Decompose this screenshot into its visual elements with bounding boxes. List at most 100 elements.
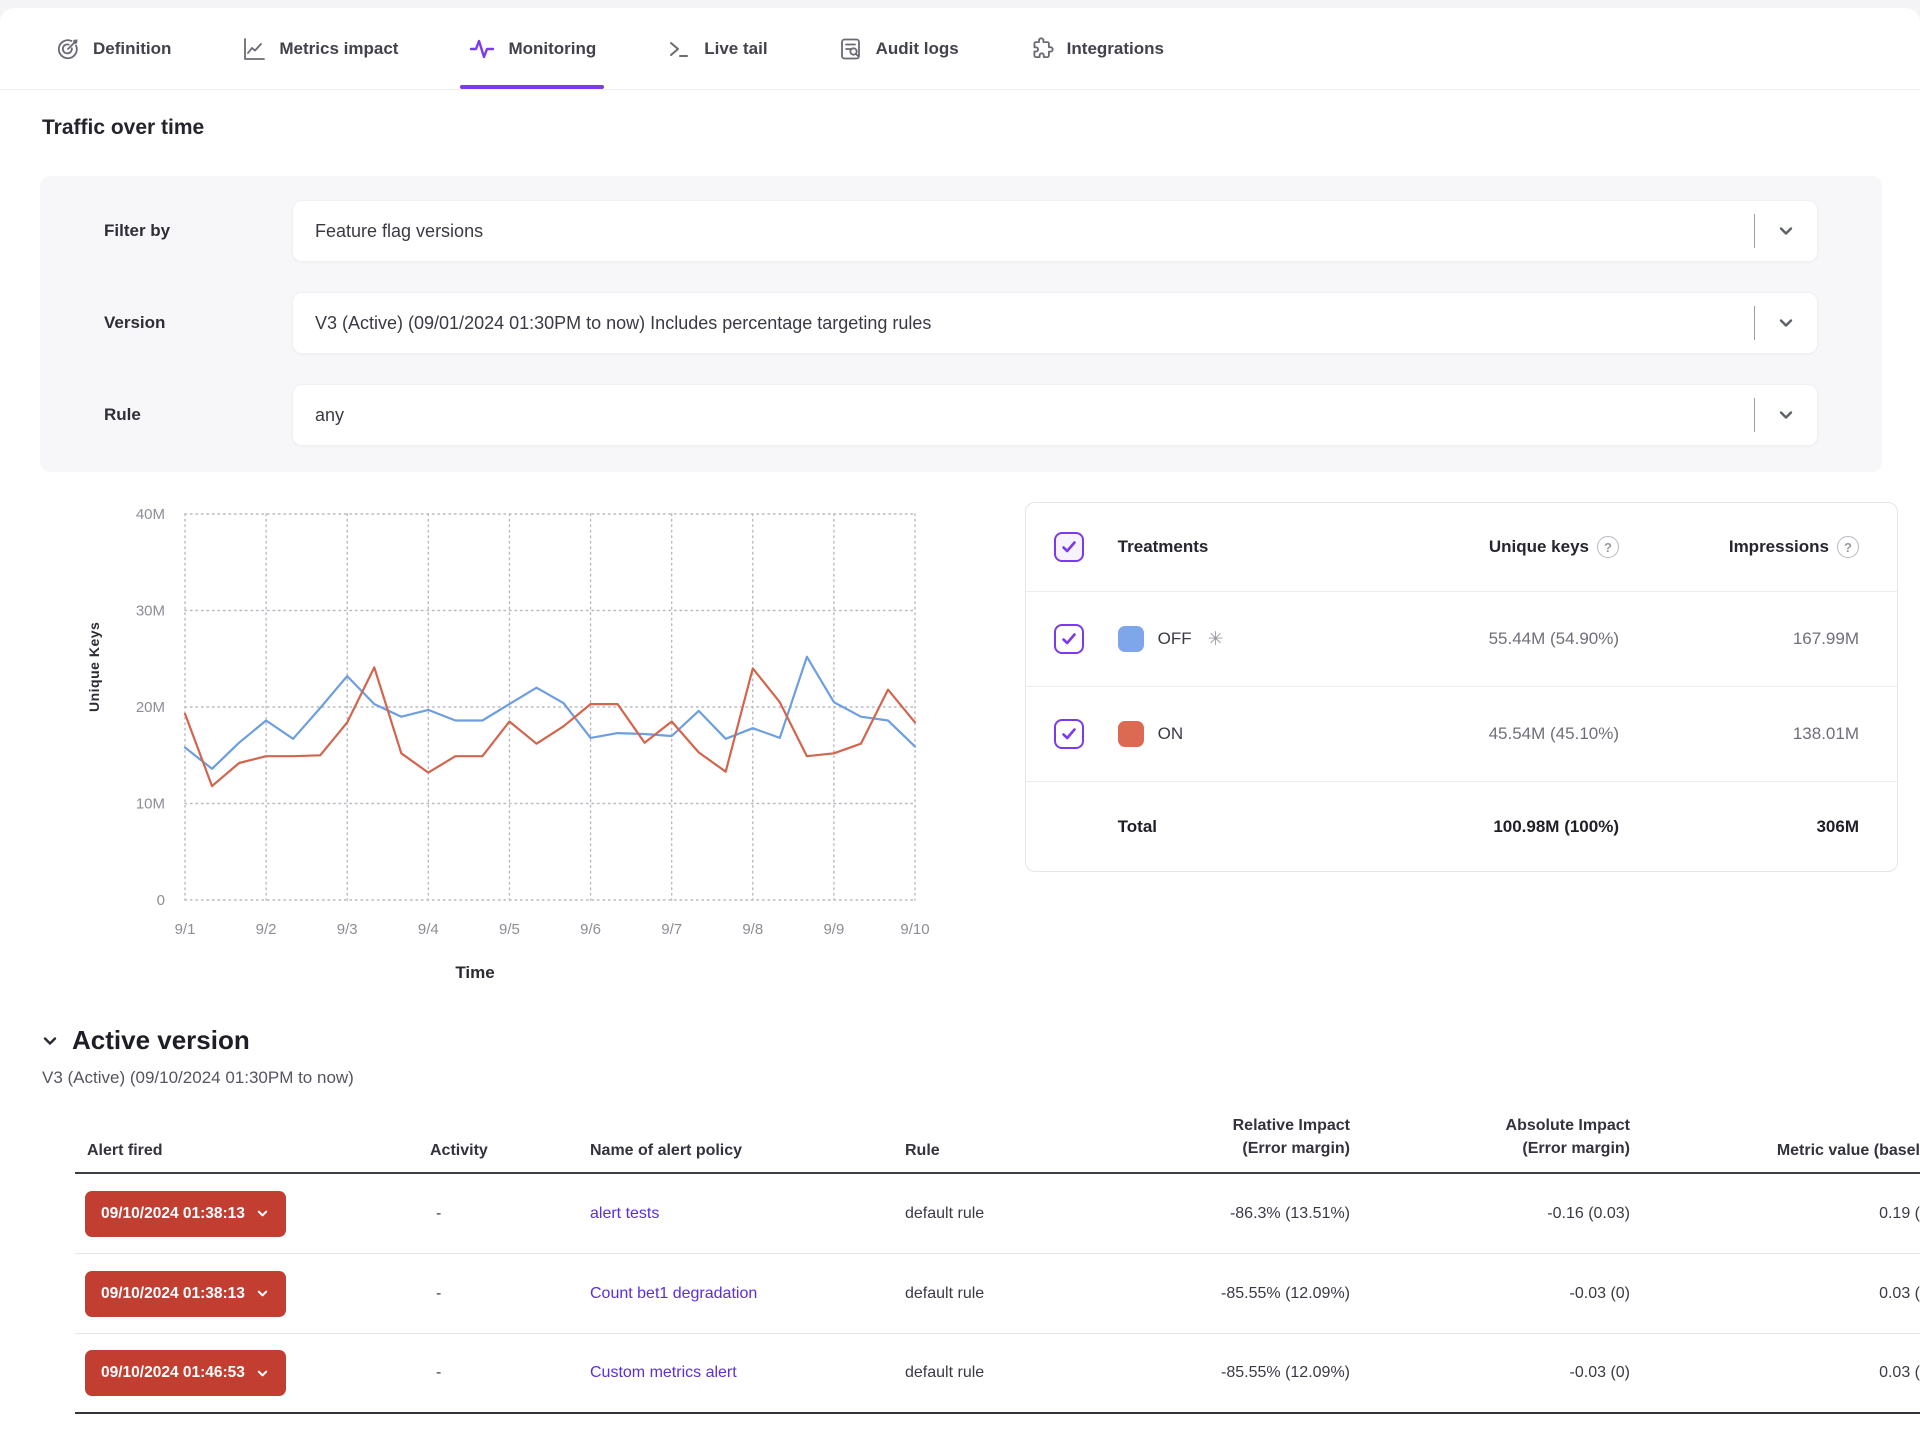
chevron-down-icon (255, 1286, 270, 1301)
tab-bar: Definition Metrics impact Monitoring (0, 8, 1920, 90)
relative-impact-cell: -86.3% (13.51%) (1100, 1205, 1350, 1223)
off-impressions-value: 167.99M (1619, 629, 1869, 649)
treatment-off-checkbox[interactable] (1054, 624, 1084, 654)
audit-document-icon (838, 36, 864, 62)
alert-row: 09/10/2024 01:38:13 - alert tests defaul… (75, 1174, 1920, 1254)
traffic-line-chart: 010M20M30M40M9/19/29/39/49/59/69/79/89/9… (30, 502, 990, 952)
filter-by-label: Filter by (104, 221, 292, 241)
active-version-toggle[interactable]: Active version (40, 1025, 1920, 1056)
absolute-impact-cell: -0.03 (0) (1350, 1285, 1630, 1303)
metric-value-cell: 0.03 ( (1630, 1364, 1920, 1382)
alert-policy-link[interactable]: Custom metrics alert (590, 1364, 737, 1381)
metric-value-cell: 0.19 ( (1630, 1205, 1920, 1223)
off-series-swatch (1118, 626, 1144, 652)
filter-row-rule: Rule any (104, 384, 1818, 446)
version-value: V3 (Active) (09/01/2024 01:30PM to now) … (293, 313, 1754, 334)
rule-label: Rule (104, 405, 292, 425)
col-activity: Activity (430, 1142, 590, 1160)
page-title: Traffic over time (42, 116, 1920, 140)
chevron-down-icon (255, 1206, 270, 1221)
rule-cell: default rule (905, 1285, 1100, 1303)
svg-text:9/1: 9/1 (175, 921, 196, 938)
chevron-down-icon[interactable] (1755, 405, 1817, 425)
default-treatment-icon: ✳ (1208, 628, 1224, 651)
on-unique-keys-value: 45.54M (45.10%) (1289, 724, 1619, 744)
svg-text:9/5: 9/5 (499, 921, 520, 938)
tab-live-tail[interactable]: Live tail (666, 8, 767, 89)
svg-text:20M: 20M (136, 699, 165, 716)
chevron-down-icon[interactable] (1755, 313, 1817, 333)
main-content-card: Definition Metrics impact Monitoring (0, 8, 1920, 1431)
rule-select[interactable]: any (292, 384, 1818, 446)
tab-integrations[interactable]: Integrations (1029, 8, 1164, 89)
chart-and-legend-row: Unique Keys 010M20M30M40M9/19/29/39/49/5… (0, 502, 1920, 983)
treatment-row-off: OFF ✳ 55.44M (54.90%) 167.99M (1026, 591, 1897, 686)
tab-label: Monitoring (508, 39, 596, 59)
help-icon[interactable]: ? (1837, 536, 1859, 558)
treatments-header-row: Treatments Unique keys ? Impressions ? (1026, 503, 1897, 591)
definition-icon (55, 36, 81, 62)
relative-impact-cell: -85.55% (12.09%) (1100, 1364, 1350, 1382)
total-label: Total (1118, 817, 1289, 837)
chevron-down-icon (255, 1366, 270, 1381)
help-icon[interactable]: ? (1597, 536, 1619, 558)
col-policy: Name of alert policy (590, 1142, 905, 1160)
filter-row-version: Version V3 (Active) (09/01/2024 01:30PM … (104, 292, 1818, 354)
filter-row-filter-by: Filter by Feature flag versions (104, 200, 1818, 262)
unique-keys-column-header: Unique keys (1489, 537, 1589, 557)
col-relative-impact: Relative Impact(Error margin) (1100, 1114, 1350, 1160)
metric-value-cell: 0.03 ( (1630, 1285, 1920, 1303)
tab-definition[interactable]: Definition (55, 8, 171, 89)
svg-text:0: 0 (157, 892, 165, 909)
tab-label: Audit logs (876, 39, 959, 59)
svg-text:9/9: 9/9 (823, 921, 844, 938)
pulse-icon (468, 35, 496, 63)
relative-impact-cell: -85.55% (12.09%) (1100, 1285, 1350, 1303)
svg-text:9/4: 9/4 (418, 921, 439, 938)
activity-cell: - (430, 1364, 590, 1382)
puzzle-icon (1029, 36, 1055, 62)
tab-metrics-impact[interactable]: Metrics impact (241, 8, 398, 89)
version-label: Version (104, 313, 292, 333)
alert-policy-link[interactable]: Count bet1 degradation (590, 1285, 757, 1302)
alert-row: 09/10/2024 01:46:53 - Custom metrics ale… (75, 1334, 1920, 1414)
chevron-down-icon[interactable] (1755, 221, 1817, 241)
activity-cell: - (430, 1205, 590, 1223)
rule-value: any (293, 405, 1754, 426)
treatments-column-header: Treatments (1118, 537, 1289, 557)
terminal-icon (666, 36, 692, 62)
treatments-card: Treatments Unique keys ? Impressions ? O… (1025, 502, 1898, 872)
metrics-chart-icon (241, 36, 267, 62)
off-unique-keys-value: 55.44M (54.90%) (1289, 629, 1619, 649)
alert-row: 09/10/2024 01:38:13 - Count bet1 degrada… (75, 1254, 1920, 1334)
svg-text:9/3: 9/3 (337, 921, 358, 938)
tab-monitoring[interactable]: Monitoring (468, 8, 596, 89)
alert-fired-button[interactable]: 09/10/2024 01:38:13 (85, 1271, 286, 1317)
col-alert-fired: Alert fired (75, 1142, 430, 1160)
svg-text:9/8: 9/8 (742, 921, 763, 938)
tab-audit-logs[interactable]: Audit logs (838, 8, 959, 89)
col-metric-value: Metric value (basel (1630, 1142, 1920, 1160)
collapse-chevron-icon (40, 1031, 60, 1051)
treatments-select-all-checkbox[interactable] (1054, 532, 1084, 562)
tab-label: Live tail (704, 39, 767, 59)
rule-cell: default rule (905, 1364, 1100, 1382)
svg-text:10M: 10M (136, 796, 165, 813)
col-absolute-impact: Absolute Impact(Error margin) (1350, 1114, 1630, 1160)
alerts-table: Alert fired Activity Name of alert polic… (75, 1114, 1920, 1414)
filter-by-select[interactable]: Feature flag versions (292, 200, 1818, 262)
svg-text:40M: 40M (136, 506, 165, 523)
on-impressions-value: 138.01M (1619, 724, 1869, 744)
version-select[interactable]: V3 (Active) (09/01/2024 01:30PM to now) … (292, 292, 1818, 354)
treatment-name: OFF (1158, 629, 1192, 649)
alert-policy-link[interactable]: alert tests (590, 1205, 659, 1222)
treatment-name: ON (1158, 724, 1184, 744)
active-version-subtitle: V3 (Active) (09/10/2024 01:30PM to now) (42, 1068, 1920, 1088)
active-version-title: Active version (72, 1025, 250, 1056)
svg-text:9/2: 9/2 (256, 921, 277, 938)
alert-fired-button[interactable]: 09/10/2024 01:46:53 (85, 1350, 286, 1396)
filter-panel: Filter by Feature flag versions Version … (40, 176, 1882, 472)
treatment-on-checkbox[interactable] (1054, 719, 1084, 749)
activity-cell: - (430, 1285, 590, 1303)
alert-fired-button[interactable]: 09/10/2024 01:38:13 (85, 1191, 286, 1237)
